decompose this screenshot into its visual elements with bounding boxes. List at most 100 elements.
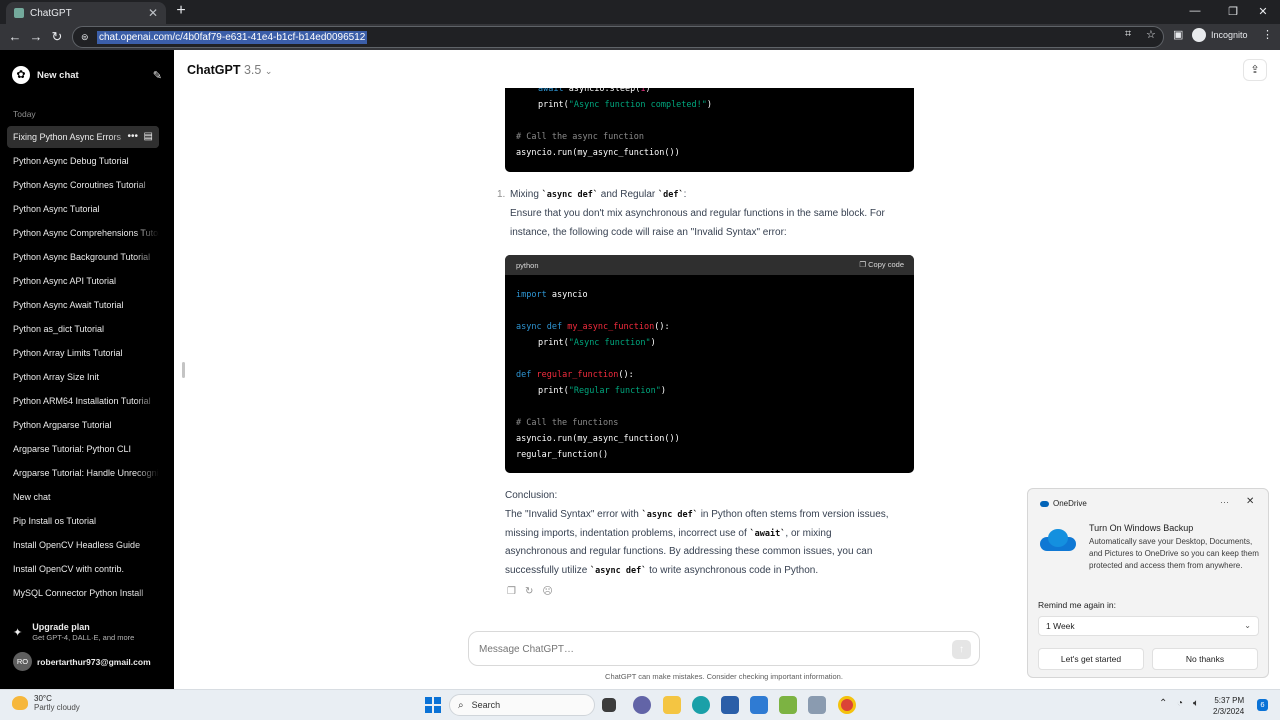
weather-widget[interactable]: 30°C Partly cloudy [12,694,80,712]
copy-icon[interactable]: ❐ [507,586,516,597]
thumbs-down-icon[interactable]: ☹ [542,586,552,597]
regenerate-icon[interactable]: ↻ [525,586,533,597]
new-chat-label: New chat [37,69,79,81]
message-input[interactable] [479,641,939,657]
browser-tab-bar: ChatGPT ✕ + — ❐ ✕ [0,0,1280,24]
incognito-icon [1192,28,1206,42]
chrome-icon[interactable] [838,696,856,714]
edge-icon[interactable] [692,696,710,714]
sidebar-resize-handle[interactable] [182,362,185,378]
task-view-icon[interactable] [602,698,616,712]
remind-select[interactable]: 1 Week ⌄ [1038,616,1259,636]
store-icon[interactable] [721,696,739,714]
remind-value: 1 Week [1046,621,1075,631]
upgrade-plan-button[interactable]: ✦ Upgrade plan Get GPT-4, DALL·E, and mo… [13,622,163,646]
more-options-icon[interactable]: ··· [1220,497,1229,507]
lets-get-started-button[interactable]: Let's get started [1038,648,1144,670]
maximize-window-button[interactable]: ❐ [1216,0,1250,22]
wifi-icon[interactable]: ◔ [1177,698,1183,709]
history-item[interactable]: Python Argparse Tutorial [7,414,159,436]
code-token: def [546,322,563,332]
new-tab-button[interactable]: + [172,2,190,20]
back-button[interactable]: ← [6,28,24,46]
code-line: regular_function() [516,450,609,460]
history-fade [135,318,159,340]
paragraph-line: The "Invalid Syntax" error with `async d… [505,509,889,520]
notepad-icon[interactable] [779,696,797,714]
close-icon[interactable]: ✕ [1246,496,1254,507]
history-item[interactable]: Python Async Coroutines Tutorial [7,174,159,196]
conclusion-title: Conclusion: [505,490,558,501]
url-text: chat.openai.com/c/4b0faf79-e631-41e4-b1c… [97,30,368,44]
history-item[interactable]: New chat [7,486,159,508]
browser-tab[interactable]: ChatGPT ✕ [6,2,166,24]
notification-badge[interactable]: 6 [1257,699,1268,711]
history-fade [135,534,159,556]
copy-code-button[interactable]: ❐ Copy code [859,260,904,269]
install-app-icon[interactable]: ⌗ [1125,28,1131,41]
history-item[interactable]: Python Async Tutorial [7,198,159,220]
forward-button[interactable]: → [27,28,45,46]
code-line: # Call the async function [516,132,644,142]
history-item[interactable]: Python Async Comprehensions Tutorial [7,222,159,244]
start-button[interactable] [425,697,441,713]
close-window-button[interactable]: ✕ [1246,0,1280,22]
share-button[interactable]: ⇪ [1243,59,1267,81]
code-token: ) [660,386,666,396]
history-fade [135,294,159,316]
code-token: regular_function [536,370,619,380]
file-explorer-icon[interactable] [663,696,681,714]
history-item-options[interactable]: ••• ▤ [127,126,153,148]
code-line: asyncio.run(my_async_function()) [516,148,680,158]
history-item[interactable]: Python Async API Tutorial [7,270,159,292]
history-item[interactable]: Python Async Await Tutorial [7,294,159,316]
photos-icon[interactable] [808,696,826,714]
site-info-icon[interactable]: ⊜ [81,32,91,42]
send-button[interactable]: ↑ [952,640,971,659]
archive-icon[interactable]: ▤ [144,131,153,142]
history-item[interactable]: Install OpenCV Headless Guide [7,534,159,556]
clock-date: 2/3/2024 [1213,707,1245,716]
history-item[interactable]: Python Async Background Tutorial [7,246,159,268]
text-span: to write asynchronous code in Python. [649,565,819,576]
system-clock[interactable]: 5:37 PM 2/3/2024 [1213,695,1244,717]
no-thanks-button[interactable]: No thanks [1152,648,1258,670]
history-item[interactable]: Argparse Tutorial: Python CLI [7,438,159,460]
reload-button[interactable]: ↻ [48,28,66,46]
history-item-label: Python Async Tutorial [13,204,100,214]
taskbar-search[interactable]: ⌕ Search [449,694,595,716]
code-token: ) [650,338,656,348]
upgrade-title: Upgrade plan [32,622,90,632]
history-item-label: Python Array Limits Tutorial [13,348,123,358]
history-item[interactable]: Python Async Debug Tutorial [7,150,159,172]
tab-title: ChatGPT [30,7,72,19]
history-item[interactable]: Install OpenCV with contrib. [7,558,159,580]
history-item-active[interactable]: Fixing Python Async Errors ••• ▤ [7,126,159,148]
account-menu[interactable]: RO robertarthur973@gmail.com [13,652,171,671]
history-item[interactable]: Pip Install os Tutorial [7,510,159,532]
remind-label: Remind me again in: [1038,600,1116,610]
incognito-indicator[interactable]: Incognito [1192,28,1248,42]
inline-code: `def` [658,190,684,200]
side-panel-icon[interactable]: ▣ [1173,28,1183,41]
close-tab-icon[interactable]: ✕ [148,6,158,20]
volume-icon[interactable]: 🔈︎ [1193,698,1199,709]
address-bar[interactable]: ⊜ chat.openai.com/c/4b0faf79-e631-41e4-b… [72,26,1164,48]
minimize-window-button[interactable]: — [1178,0,1212,22]
bookmark-star-icon[interactable]: ☆ [1146,28,1156,41]
history-item[interactable]: Argparse Tutorial: Handle Unrecognized [7,462,159,484]
history-item[interactable]: Python ARM64 Installation Tutorial [7,390,159,412]
browser-menu-icon[interactable]: ⋮ [1262,28,1273,41]
history-item[interactable]: Python Array Limits Tutorial [7,342,159,364]
history-item[interactable]: MySQL Connector Python Install [7,582,159,604]
model-selector[interactable]: ChatGPT 3.5 ⌄ [187,63,272,77]
inline-code: `async def` [641,510,698,520]
chat-icon[interactable] [633,696,651,714]
compose-icon[interactable]: ✎ [153,69,162,82]
show-hidden-icons-icon[interactable]: ⌃ [1159,698,1167,709]
code-block-header: python ❐ Copy code [505,255,914,275]
history-item[interactable]: Python Array Size Init [7,366,159,388]
vscode-icon[interactable] [750,696,768,714]
new-chat-button[interactable]: ✿ New chat ✎ [12,64,162,86]
history-item[interactable]: Python as_dict Tutorial [7,318,159,340]
